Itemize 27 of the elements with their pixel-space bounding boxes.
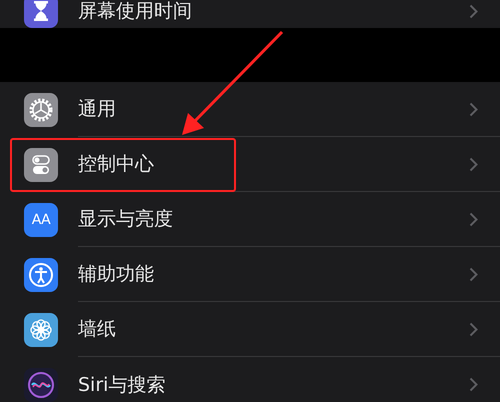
settings-item[interactable]: 墙纸 [0,302,500,357]
item-label: 显示与亮度 [78,207,173,232]
hourglass-icon [24,0,58,28]
siri-icon [24,368,58,402]
item-label: 辅助功能 [78,262,154,287]
settings-item[interactable]: Siri与搜索 [0,357,500,402]
chevron-icon [469,266,478,282]
settings-item[interactable]: 辅助功能 [0,247,500,302]
item-label: 墙纸 [78,317,116,342]
chevron-icon [469,102,478,116]
settings-item[interactable]: 屏幕使用时间 [0,0,500,28]
chevron-icon [469,377,478,392]
toggle-switches-icon [24,148,58,182]
chevron-icon [469,4,478,18]
accessibility-icon [24,258,58,292]
flower-icon [24,312,58,346]
item-label: Siri与搜索 [78,372,166,398]
settings-item[interactable]: 控制中心 [0,137,500,192]
settings-item[interactable]: AA 显示与亮度 [0,192,500,247]
chevron-icon [469,322,478,336]
text-size-icon: AA [24,202,58,236]
gear-icon [24,92,58,126]
item-label: 屏幕使用时间 [78,0,192,24]
chevron-icon [469,212,478,226]
item-label: 控制中心 [78,152,154,177]
chevron-icon [469,156,478,172]
item-label: 通用 [78,97,116,122]
